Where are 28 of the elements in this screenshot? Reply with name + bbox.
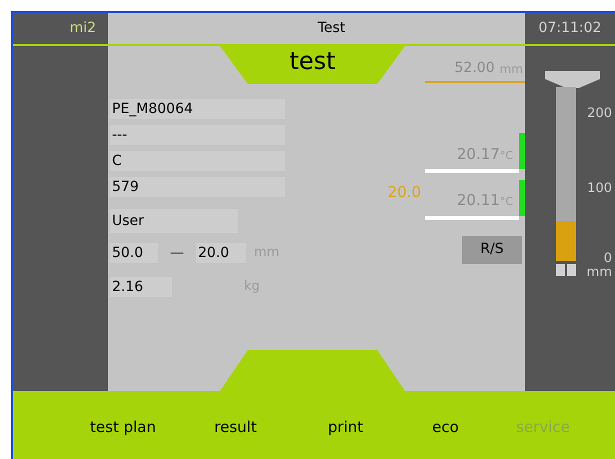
gauge-tick-label: 100 bbox=[587, 180, 612, 198]
rs-button[interactable]: R/S bbox=[462, 236, 522, 264]
device-name: mi2 bbox=[70, 19, 96, 38]
menu-tab[interactable]: result bbox=[178, 416, 293, 438]
program-name: test bbox=[289, 46, 336, 76]
temperature-value: 20.11 bbox=[456, 190, 500, 211]
temperature-value: 20.17 bbox=[456, 144, 500, 164]
menu-tab[interactable]: eco bbox=[398, 416, 493, 438]
clock-time: 07:11:02 bbox=[538, 19, 602, 38]
piston-icon bbox=[556, 264, 576, 276]
info-field: C bbox=[110, 151, 285, 171]
info-field: --- bbox=[110, 125, 285, 145]
info-field: PE_M80064 bbox=[110, 99, 285, 119]
window-title: Test bbox=[318, 19, 346, 38]
range-from-field: 50.0 bbox=[110, 243, 158, 263]
user-field: User bbox=[110, 209, 238, 233]
status-indicator bbox=[519, 133, 525, 169]
menu-tab[interactable]: print bbox=[293, 416, 398, 438]
range-to-field: 20.0 bbox=[196, 243, 246, 263]
setpoint-value: 20.0 bbox=[388, 182, 421, 203]
length-value: 52.00 bbox=[454, 59, 495, 78]
info-field: 579 bbox=[110, 177, 285, 197]
funnel-icon bbox=[545, 71, 600, 88]
range-separator: — bbox=[170, 244, 184, 262]
status-indicator bbox=[519, 180, 525, 216]
gauge-tick-label: 200 bbox=[587, 105, 612, 123]
weight-field: 2.16 bbox=[110, 277, 172, 297]
menu-tab[interactable]: test plan bbox=[68, 416, 178, 438]
